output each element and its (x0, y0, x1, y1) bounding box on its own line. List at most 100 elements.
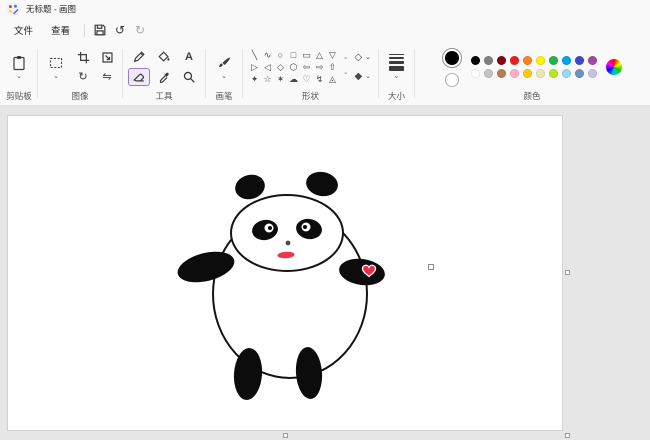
ribbon-group-tools: A (124, 42, 204, 105)
palette-swatch[interactable] (549, 56, 558, 65)
ribbon-separator (205, 49, 206, 98)
outline-dropdown-caret: ⌄ (365, 54, 371, 61)
shape-fill-button[interactable]: ◆ ⌄ (352, 70, 373, 83)
menu-view[interactable]: 查看 (42, 20, 79, 40)
shape-button[interactable]: ⬡ (287, 61, 300, 73)
eraser-icon (132, 70, 146, 84)
panda-ear-right (304, 169, 340, 198)
fill-bucket-icon (157, 50, 171, 64)
ribbon-separator (122, 49, 123, 98)
fill-icon: ◆ (354, 71, 362, 82)
ribbon: ⌄ 剪贴板 ⌄ (0, 42, 650, 106)
ribbon-separator (378, 49, 379, 98)
palette-swatch[interactable] (536, 69, 545, 78)
shape-button[interactable]: ♡ (300, 73, 313, 85)
window-title: 无标题 - 画图 (26, 3, 76, 15)
shape-button[interactable]: ⇨ (313, 61, 326, 73)
flip-button[interactable]: ⇋ (97, 69, 117, 85)
palette-swatch[interactable] (562, 56, 571, 65)
resize-button[interactable] (97, 50, 117, 66)
shape-outline-button[interactable]: ◇ ⌄ (352, 51, 373, 64)
canvas-resize-handle-bottom[interactable] (283, 433, 288, 438)
brushes-dropdown-caret[interactable]: ⌄ (221, 73, 227, 80)
ribbon-separator (414, 49, 415, 98)
palette-swatch[interactable] (523, 69, 532, 78)
canvas-selection-handle[interactable] (428, 264, 434, 270)
canvas-resize-handle-corner[interactable] (565, 433, 570, 438)
shape-button[interactable]: ◁ (261, 61, 274, 73)
group-label-image: 图像 (71, 89, 88, 105)
select-dropdown-caret[interactable]: ⌄ (53, 73, 59, 80)
palette-swatch[interactable] (575, 69, 584, 78)
crop-icon (77, 51, 90, 64)
menu-file[interactable]: 文件 (5, 20, 42, 40)
color2-well[interactable] (445, 73, 459, 87)
shape-button[interactable]: ▷ (248, 61, 261, 73)
line-thickness-icon (389, 54, 404, 71)
shape-button[interactable]: ☁ (287, 73, 300, 85)
paste-button[interactable]: ⌄ (6, 53, 32, 82)
rotate-button[interactable]: ↻ (73, 69, 93, 85)
crop-button[interactable] (73, 50, 93, 66)
palette-swatch[interactable] (497, 69, 506, 78)
shape-button[interactable]: ⇦ (300, 61, 313, 73)
palette-swatch[interactable] (484, 69, 493, 78)
canvas-resize-handle-right[interactable] (565, 270, 570, 275)
palette-swatch[interactable] (575, 56, 584, 65)
fill-tool-button[interactable] (153, 48, 175, 66)
shape-button[interactable]: ✶ (274, 73, 287, 85)
shape-button[interactable]: ▭ (300, 49, 313, 61)
shape-button[interactable]: ☆ (261, 73, 274, 85)
shape-button[interactable]: ▽ (326, 49, 339, 61)
clipboard-icon (11, 55, 27, 71)
palette-swatch[interactable] (549, 69, 558, 78)
palette-swatch[interactable] (484, 56, 493, 65)
magnifier-tool-button[interactable] (178, 68, 200, 86)
select-button[interactable]: ⌄ (43, 53, 69, 82)
palette-swatch[interactable] (562, 69, 571, 78)
shape-button[interactable]: △ (313, 49, 326, 61)
palette-swatch[interactable] (471, 56, 480, 65)
color-palette (471, 56, 597, 78)
paste-dropdown-caret[interactable]: ⌄ (16, 73, 22, 80)
select-icon (48, 55, 64, 71)
color-picker-tool-button[interactable] (153, 68, 175, 86)
ribbon-separator (37, 49, 38, 98)
undo-button[interactable]: ↺ (110, 20, 130, 40)
drawing-canvas[interactable] (8, 116, 562, 430)
shape-button[interactable]: ∿ (261, 49, 274, 61)
paint-window: 无标题 - 画图 文件 查看 ↺ ↻ ⌄ (0, 0, 650, 440)
palette-swatch[interactable] (588, 56, 597, 65)
palette-swatch[interactable] (588, 69, 597, 78)
redo-button[interactable]: ↻ (130, 20, 150, 40)
shape-button[interactable]: ✦ (248, 73, 261, 85)
shape-button[interactable]: □ (287, 49, 300, 61)
shapes-scroll-down[interactable]: ⌄ (343, 70, 348, 77)
palette-swatch[interactable] (471, 69, 480, 78)
size-dropdown-caret[interactable]: ⌄ (394, 73, 400, 80)
workspace (0, 106, 650, 440)
pencil-tool-button[interactable] (128, 48, 150, 66)
ribbon-group-shapes: ╲∿○□▭△▽ ▷◁◇⬡⇦⇨⇧ ✦☆✶☁♡↯◬ ⌃ ⌄ ◇ ⌄ ◆ ⌄ (244, 42, 377, 105)
shape-button[interactable]: ◬ (326, 73, 339, 85)
group-label-size: 大小 (388, 89, 405, 105)
save-button[interactable] (90, 20, 110, 40)
shapes-scroll-up[interactable]: ⌃ (343, 58, 348, 65)
size-button[interactable]: ⌄ (384, 52, 409, 82)
shape-button[interactable]: ○ (274, 49, 287, 61)
palette-swatch[interactable] (536, 56, 545, 65)
shape-button[interactable]: ╲ (248, 49, 261, 61)
panda-pupil-left (268, 226, 272, 230)
palette-swatch[interactable] (523, 56, 532, 65)
eraser-tool-button[interactable] (128, 68, 150, 86)
edit-colors-button[interactable] (606, 59, 622, 75)
shape-button[interactable]: ↯ (313, 73, 326, 85)
text-tool-button[interactable]: A (178, 48, 200, 66)
shape-button[interactable]: ⇧ (326, 61, 339, 73)
palette-swatch[interactable] (497, 56, 506, 65)
brushes-button[interactable]: ⌄ (211, 53, 237, 82)
palette-swatch[interactable] (510, 56, 519, 65)
color1-well[interactable] (442, 48, 462, 68)
shape-button[interactable]: ◇ (274, 61, 287, 73)
palette-swatch[interactable] (510, 69, 519, 78)
